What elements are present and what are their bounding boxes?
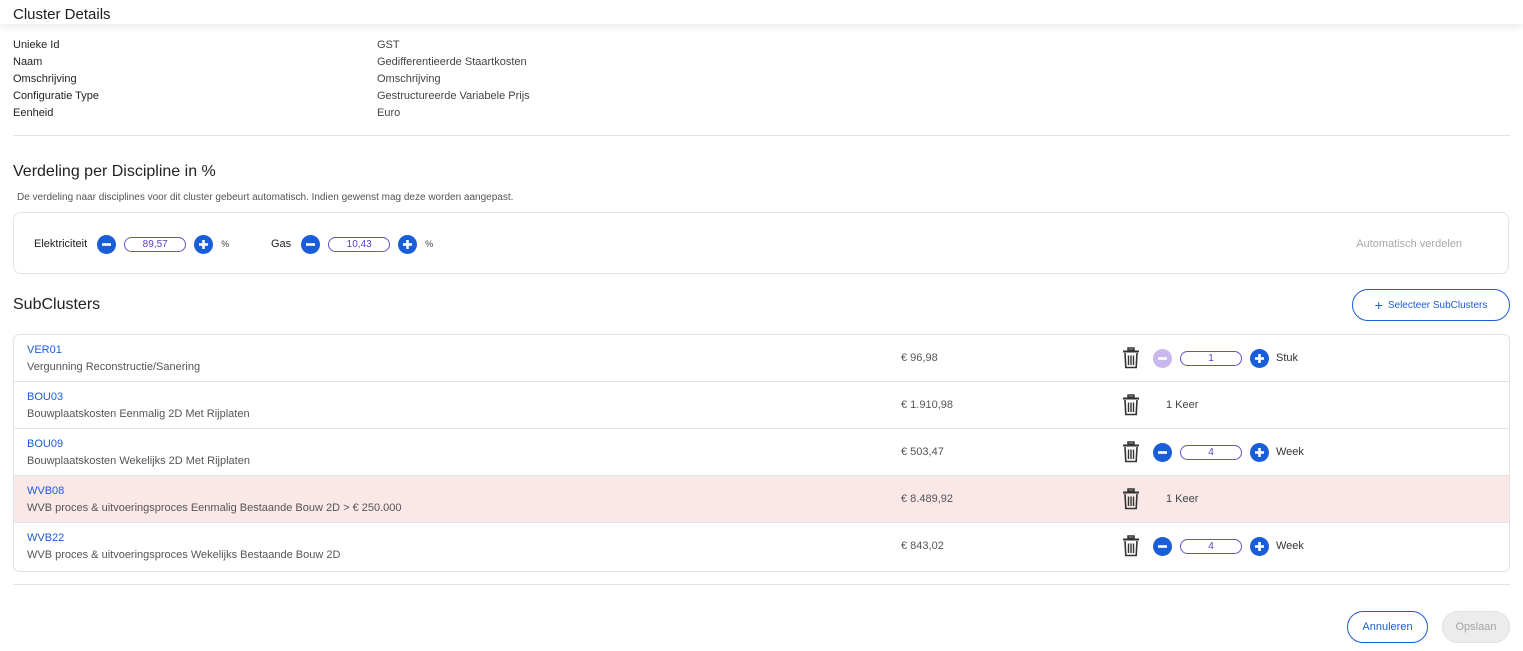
decrease-button[interactable]: [1153, 442, 1172, 462]
increase-button[interactable]: [1250, 348, 1269, 368]
plus-circle-icon: [199, 239, 209, 249]
quantity-stepper: 4 Week: [1153, 536, 1304, 556]
trash-icon[interactable]: [1122, 394, 1140, 416]
select-subclusters-button[interactable]: + Selecteer SubClusters: [1352, 289, 1510, 321]
detail-label: Omschrijving: [13, 73, 77, 85]
increase-button[interactable]: [194, 234, 214, 254]
minus-circle-icon: [102, 242, 112, 246]
decrease-button[interactable]: [1153, 348, 1172, 368]
detail-row-omschrijving: Omschrijving Omschrijving: [13, 73, 713, 90]
subcluster-code[interactable]: BOU09: [27, 438, 63, 450]
detail-value: Gestructureerde Variabele Prijs: [377, 90, 530, 102]
quantity-unit: Week: [1276, 540, 1304, 552]
subcluster-description: WVB proces & uitvoeringsproces Eenmalig …: [27, 502, 402, 514]
quantity-unit: Week: [1276, 446, 1304, 458]
discipline-elektriciteit: Elektriciteit 89,57 %: [34, 233, 229, 255]
cancel-button[interactable]: Annuleren: [1347, 611, 1428, 643]
detail-label: Naam: [13, 56, 43, 68]
trash-icon[interactable]: [1122, 535, 1140, 557]
verdeling-description: De verdeling naar disciplines voor dit c…: [17, 192, 514, 203]
subcluster-description: Vergunning Reconstructie/Sanering: [27, 361, 201, 373]
increase-button[interactable]: [398, 234, 418, 254]
trash-icon[interactable]: [1122, 347, 1140, 369]
minus-circle-icon: [1158, 544, 1167, 548]
plus-circle-icon: [1255, 447, 1264, 457]
detail-label: Unieke Id: [13, 39, 60, 51]
discipline-gas: Gas 10,43 %: [271, 233, 433, 255]
percent-unit: %: [425, 239, 434, 249]
percentage-input[interactable]: 10,43: [328, 236, 391, 252]
plus-circle-icon: [1255, 541, 1264, 551]
page-title: Cluster Details: [13, 6, 111, 23]
minus-circle-icon: [1158, 356, 1167, 360]
subcluster-description: Bouwplaatskosten Eenmalig 2D Met Rijplat…: [27, 408, 250, 420]
cluster-details: Unieke Id GST Naam Gedifferentieerde Sta…: [13, 39, 713, 124]
verdeling-title: Verdeling per Discipline in %: [13, 163, 216, 180]
quantity-input[interactable]: 4: [1180, 538, 1242, 554]
detail-value: GST: [377, 39, 400, 51]
subclusters-title: SubClusters: [13, 296, 101, 313]
plus-icon: +: [1374, 297, 1383, 313]
quantity-unit: Stuk: [1276, 352, 1299, 364]
auto-distribute-button[interactable]: Automatisch verdelen: [1356, 238, 1462, 250]
table-row: WVB22 WVB proces & uitvoeringsproces Wek…: [14, 523, 1509, 570]
divider: [13, 135, 1510, 136]
plus-circle-icon: [403, 239, 413, 249]
table-row: VER01 Vergunning Reconstructie/Sanering …: [14, 335, 1509, 382]
subcluster-code[interactable]: WVB08: [27, 485, 64, 497]
discipline-label: Gas: [271, 238, 292, 250]
table-row: WVB08 WVB proces & uitvoeringsproces Een…: [14, 476, 1509, 523]
detail-row-unieke-id: Unieke Id GST: [13, 39, 713, 56]
divider: [13, 584, 1510, 585]
subcluster-price: € 8.489,92: [901, 493, 953, 505]
detail-label: Eenheid: [13, 107, 54, 119]
detail-value: Omschrijving: [377, 73, 441, 85]
page-header: Cluster Details: [0, 0, 1523, 24]
percentage-input[interactable]: 89,57: [124, 236, 187, 252]
discipline-label: Elektriciteit: [34, 238, 88, 250]
save-button[interactable]: Opslaan: [1442, 611, 1510, 643]
decrease-button[interactable]: [301, 234, 321, 254]
subcluster-code[interactable]: VER01: [27, 344, 62, 356]
decrease-button[interactable]: [1153, 536, 1172, 556]
quantity-stepper: 1 Stuk: [1153, 348, 1298, 368]
subcluster-price: € 503,47: [901, 446, 944, 458]
select-subclusters-label: Selecteer SubClusters: [1387, 299, 1488, 311]
detail-row-eenheid: Eenheid Euro: [13, 107, 713, 124]
subcluster-description: Bouwplaatskosten Wekelijks 2D Met Rijpla…: [27, 455, 250, 467]
fixed-quantity: 1 Keer: [1166, 399, 1199, 411]
increase-button[interactable]: [1250, 536, 1269, 556]
subcluster-price: € 1.910,98: [901, 399, 953, 411]
subcluster-code[interactable]: BOU03: [27, 391, 63, 403]
detail-value: Euro: [377, 107, 401, 119]
discipline-distribution-box: Elektriciteit 89,57 % Gas 10,43 % Automa…: [13, 212, 1509, 274]
trash-icon[interactable]: [1122, 441, 1140, 463]
subclusters-table: VER01 Vergunning Reconstructie/Sanering …: [13, 334, 1510, 572]
quantity-input[interactable]: 1: [1180, 350, 1242, 366]
subcluster-price: € 96,98: [901, 352, 938, 364]
table-row: BOU03 Bouwplaatskosten Eenmalig 2D Met R…: [14, 382, 1509, 429]
decrease-button[interactable]: [97, 234, 117, 254]
plus-circle-icon: [1255, 353, 1264, 363]
minus-circle-icon: [1158, 450, 1167, 454]
fixed-quantity: 1 Keer: [1166, 493, 1199, 505]
percent-unit: %: [221, 239, 230, 249]
increase-button[interactable]: [1250, 442, 1269, 462]
subcluster-price: € 843,02: [901, 540, 944, 552]
minus-circle-icon: [306, 242, 316, 246]
quantity-input[interactable]: 4: [1180, 444, 1242, 460]
detail-value: Gedifferentieerde Staartkosten: [377, 56, 527, 68]
quantity-stepper: 4 Week: [1153, 442, 1304, 462]
detail-row-naam: Naam Gedifferentieerde Staartkosten: [13, 56, 713, 73]
subcluster-code[interactable]: WVB22: [27, 532, 64, 544]
detail-label: Configuratie Type: [13, 90, 100, 102]
subcluster-description: WVB proces & uitvoeringsproces Wekelijks…: [27, 549, 341, 561]
table-row: BOU09 Bouwplaatskosten Wekelijks 2D Met …: [14, 429, 1509, 476]
trash-icon[interactable]: [1122, 488, 1140, 510]
detail-row-configuratie-type: Configuratie Type Gestructureerde Variab…: [13, 90, 713, 107]
